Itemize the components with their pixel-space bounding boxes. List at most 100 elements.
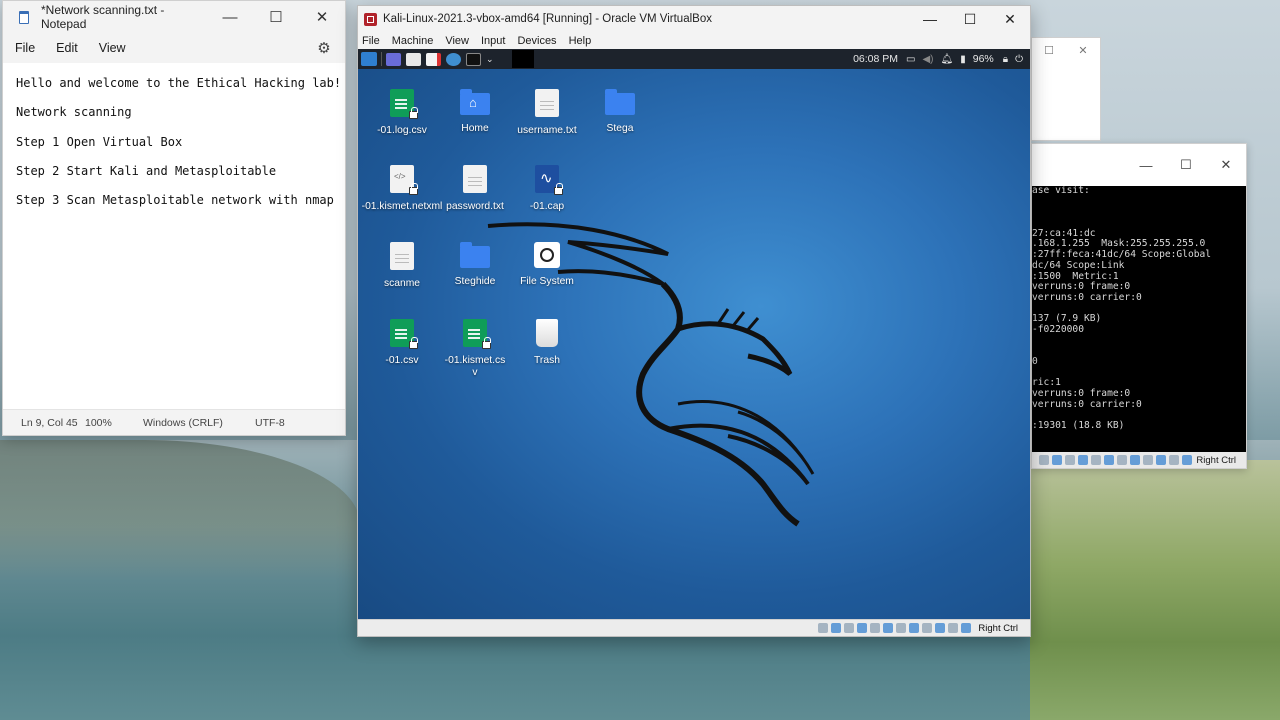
menu-view[interactable]: View [91,41,139,55]
desktop-icon-cap[interactable]: -01.cap [501,165,593,213]
window-controls: ☐ ✕ [1032,38,1100,62]
maximize-icon[interactable]: ☐ [950,11,990,28]
kali-top-panel: ⌄ 06:08 PM ▭ ◀) 🔔︎ ▮ 96% 🔒︎ ⏻ [358,49,1030,69]
text-editor-icon[interactable] [426,52,441,66]
cursor-position: Ln 9, Col 45 [21,416,78,429]
line-ending: Windows (CRLF) [143,416,223,429]
browser-icon[interactable] [446,52,461,66]
chevron-down-icon[interactable]: ⌄ [486,54,494,65]
text-line: Hello and welcome to the Ethical Hacking… [16,76,342,90]
close-icon[interactable]: ✕ [990,11,1030,28]
text-file-icon [390,242,414,270]
xml-file-icon [390,165,418,195]
terminal-line: ase visit: [1032,186,1090,196]
maximize-icon[interactable]: ☐ [253,1,299,33]
device-status-icons[interactable] [1039,455,1193,465]
power-icon[interactable]: ⏻ [1015,54,1023,65]
menu-help[interactable]: Help [569,35,598,47]
close-icon[interactable]: ✕ [1206,157,1246,173]
virtualbox-menubar: File Machine View Input Devices Help [358,32,1030,49]
desktop-icon-stega[interactable]: Stega [574,89,666,135]
terminal-icon[interactable] [466,52,481,66]
background-window-small[interactable]: ☐ ✕ [1031,37,1101,141]
drive-icon [534,242,560,268]
host-key-label: Right Ctrl [978,622,1018,634]
kali-menu-icon[interactable] [361,52,377,66]
menu-file[interactable]: File [7,41,48,55]
menu-input[interactable]: Input [481,35,511,47]
virtualbox-window[interactable]: Kali-Linux-2021.3-vbox-amd64 [Running] -… [357,5,1031,637]
menu-machine[interactable]: Machine [392,35,440,47]
vm-statusbar: Right Ctrl [1032,452,1246,468]
home-folder-icon [460,89,490,115]
virtualbox-app-icon [364,12,377,26]
clock[interactable]: 06:08 PM [853,53,898,65]
gear-icon[interactable]: ⚙ [309,39,339,57]
notepad-titlebar[interactable]: *Network scanning.txt - Notepad — ☐ ✕ [3,1,345,33]
notepad-text-area[interactable]: Hello and welcome to the Ethical Hacking… [3,63,345,411]
file-manager-icon[interactable] [406,52,421,66]
virtualbox-statusbar: Right Ctrl [358,619,1030,636]
capture-file-icon [535,165,563,195]
device-status-icons[interactable] [818,623,972,633]
menu-devices[interactable]: Devices [517,35,562,47]
kali-desktop[interactable]: ⌄ 06:08 PM ▭ ◀) 🔔︎ ▮ 96% 🔒︎ ⏻ -01.log.cs… [358,49,1030,621]
terminal-line: verruns:0 carrier:0 [1032,291,1142,303]
wallpaper-grass [1030,460,1280,720]
minimize-icon[interactable]: — [910,11,950,27]
icon-label: Stega [606,123,634,134]
desktop-icon-file-system[interactable]: File System [501,242,593,288]
icon-label: Trash [534,355,560,366]
icon-label: File System [520,276,574,287]
minimize-icon[interactable]: — [1126,158,1166,173]
minimize-icon[interactable]: — [207,1,253,33]
volume-icon[interactable]: ◀) [922,54,933,65]
terminal-line: dc/64 Scope:Link [1032,259,1125,271]
text-line: Step 2 Start Kali and Metasploitable [16,163,277,178]
text-line: Network scanning [16,105,132,120]
workspace-preview[interactable] [511,50,534,68]
battery-icon: ▮ [960,53,966,65]
virtualbox-title: Kali-Linux-2021.3-vbox-amd64 [Running] -… [383,13,712,25]
maximize-icon[interactable]: ☐ [1166,157,1206,173]
notepad-menubar: File Edit View ⚙ [3,33,345,63]
maximize-icon[interactable]: ☐ [1032,44,1066,57]
workspace-icon[interactable] [386,52,401,66]
window-titlebar: — ☐ ✕ [1032,144,1246,186]
folder-icon [605,89,635,115]
trash-icon [536,319,558,347]
terminal-output[interactable]: ase visit: 27:ca:41:dc .168.1.255 Mask:2… [1032,186,1246,454]
bell-icon[interactable]: 🔔︎ [941,54,954,65]
close-icon[interactable]: ✕ [1066,44,1100,57]
terminal-line: -f0220000 [1032,323,1084,335]
menu-edit[interactable]: Edit [48,41,91,55]
background-vm-window[interactable]: — ☐ ✕ ase visit: 27:ca:41:dc .168.1.255 … [1031,143,1247,469]
folder-icon [460,242,490,268]
virtualbox-titlebar[interactable]: Kali-Linux-2021.3-vbox-amd64 [Running] -… [358,6,1030,32]
display-icon[interactable]: ▭ [906,54,915,65]
text-file-icon [463,165,487,193]
notepad-title: *Network scanning.txt - Notepad [41,3,165,31]
close-icon[interactable]: ✕ [299,1,345,33]
icon-label: -01.cap [529,201,565,212]
spreadsheet-icon [390,319,418,349]
terminal-line: 0 [1032,356,1038,367]
notepad-app-icon [19,10,29,24]
notepad-statusbar: Ln 9, Col 45 100% Windows (CRLF) UTF-8 [3,409,345,435]
battery-level[interactable]: 96% [973,53,994,65]
lock-icon[interactable]: 🔒︎ [1003,54,1008,65]
menu-file[interactable]: File [362,35,386,47]
notepad-window[interactable]: *Network scanning.txt - Notepad — ☐ ✕ Fi… [2,0,346,436]
host-key-label: Right Ctrl [1196,454,1236,466]
text-line: Step 1 Open Virtual Box [16,134,183,149]
zoom-level: 100% [85,416,112,429]
menu-view[interactable]: View [445,35,475,47]
text-line: Step 3 Scan Metasploitable network with … [16,193,334,208]
desktop-icon-trash[interactable]: Trash [501,319,593,367]
spreadsheet-icon [390,89,418,119]
encoding: UTF-8 [255,416,285,429]
